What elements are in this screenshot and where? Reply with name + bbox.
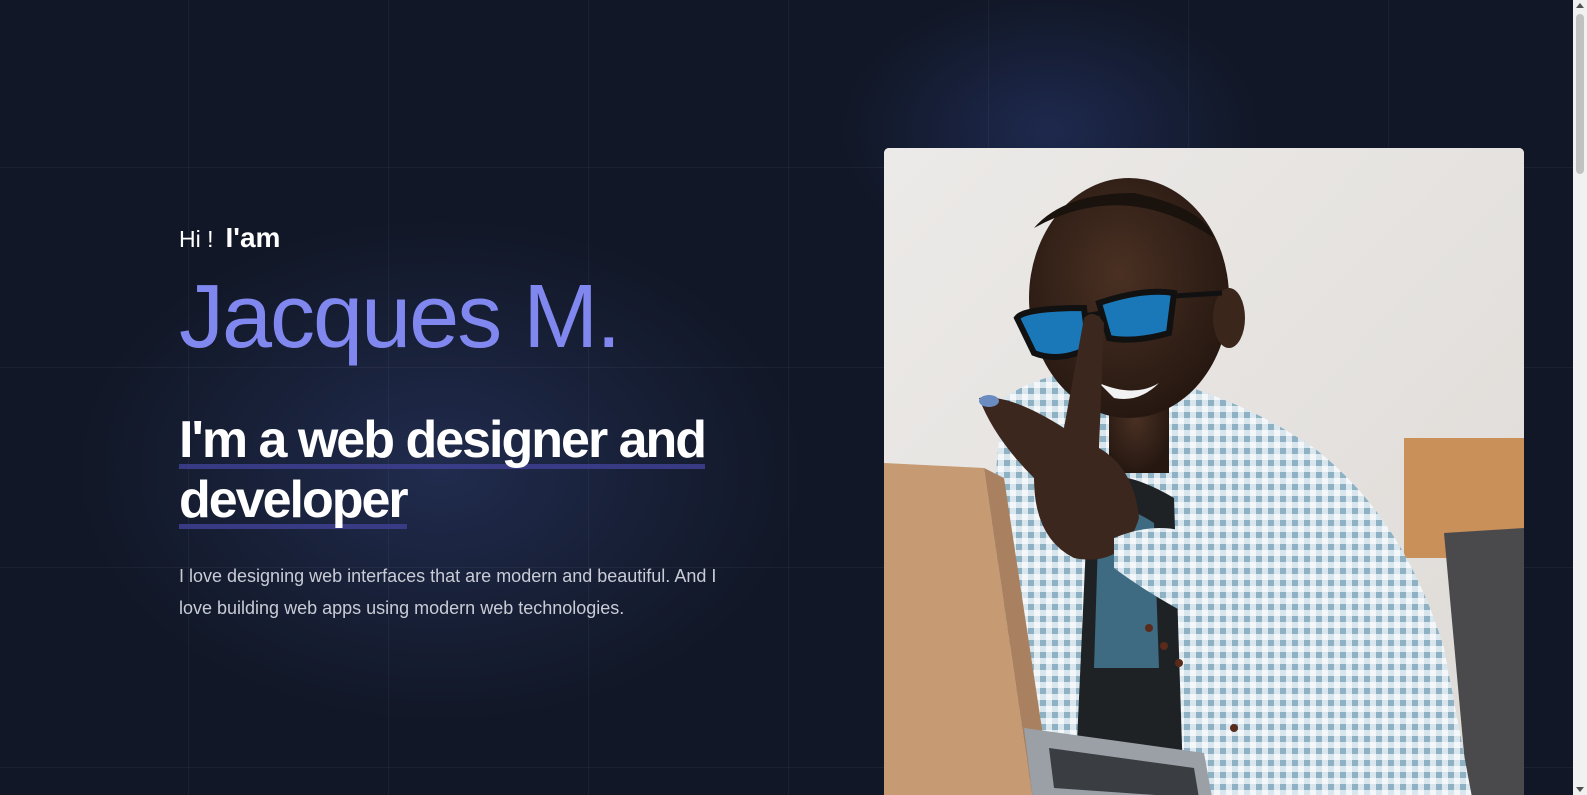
page-scrollbar[interactable] xyxy=(1573,0,1587,795)
profile-photo xyxy=(884,148,1524,795)
hero-text-block: Hi ! I'am Jacques M. I'm a web designer … xyxy=(179,222,779,624)
scroll-down-icon[interactable] xyxy=(1576,787,1584,792)
scroll-up-icon[interactable] xyxy=(1576,3,1584,8)
headline-line-2: developer xyxy=(179,471,409,529)
greeting: Hi ! I'am xyxy=(179,222,779,254)
hero-section: Hi ! I'am Jacques M. I'm a web designer … xyxy=(0,0,1587,795)
profile-photo-illustration xyxy=(884,148,1524,795)
scrollbar-thumb[interactable] xyxy=(1576,14,1584,174)
greeting-iam: I'am xyxy=(225,222,281,253)
headline-line-1: I'm a web designer and xyxy=(179,411,707,469)
hero-headline: I'm a web designer and developer xyxy=(179,410,779,530)
hero-name: Jacques M. xyxy=(179,267,621,367)
greeting-hi: Hi ! xyxy=(179,226,214,252)
hero-bio: I love designing web interfaces that are… xyxy=(179,566,717,618)
